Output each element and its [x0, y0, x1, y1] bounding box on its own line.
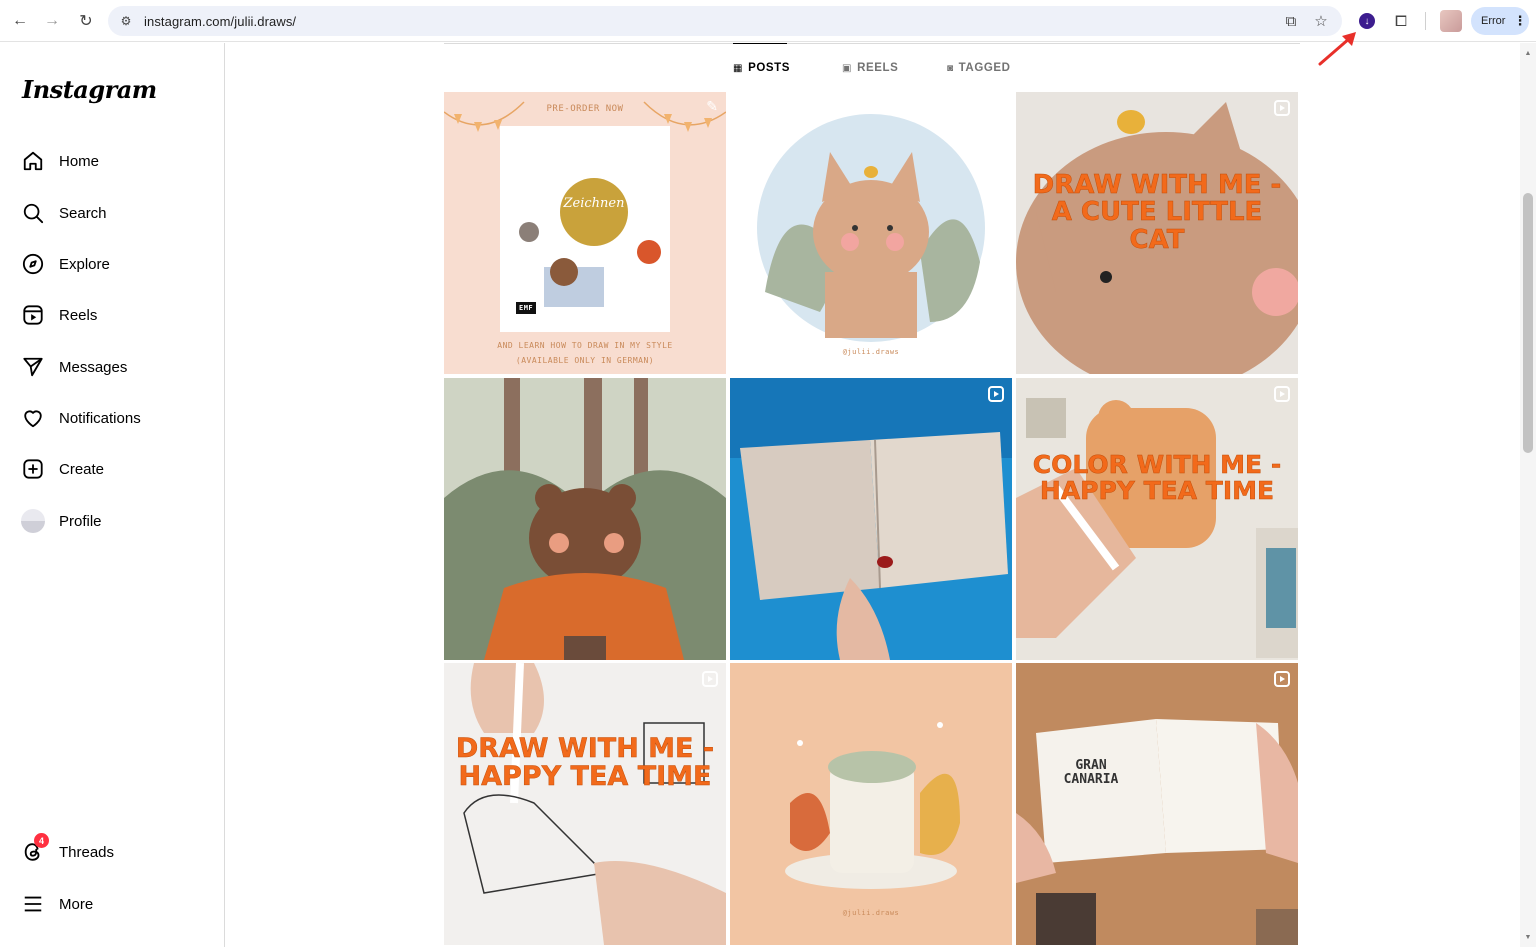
scroll-thumb[interactable] — [1523, 193, 1533, 453]
sidebar: Instagram Home Search Explore Reels Mess… — [0, 43, 225, 947]
scroll-up-icon[interactable]: ▲ — [1524, 49, 1532, 57]
tagged-icon: ◙ — [947, 62, 954, 74]
plus-square-icon — [20, 456, 46, 482]
sidebar-item-label: Notifications — [59, 409, 141, 427]
sidebar-item-notifications[interactable]: Notifications — [20, 404, 141, 432]
bookmark-star-icon[interactable]: ☆ — [1312, 12, 1330, 30]
browser-toolbar: ← → ↻ ⚙ instagram.com/julii.draws/ ⧉ ☆ ↓… — [0, 0, 1536, 42]
back-icon[interactable]: ← — [8, 9, 32, 33]
tab-reels[interactable]: ▣ REELS — [842, 61, 898, 75]
reel-icon — [1274, 386, 1290, 402]
sidebar-item-label: Home — [59, 152, 100, 170]
instagram-logo[interactable]: Instagram — [22, 75, 157, 104]
sidebar-item-label: Create — [59, 460, 105, 478]
post-tile[interactable] — [444, 378, 726, 660]
heart-icon — [20, 405, 46, 431]
sidebar-item-reels[interactable]: Reels — [20, 301, 97, 329]
extensions-puzzle-icon[interactable]: ⧠ — [1390, 10, 1412, 32]
reels-icon — [20, 302, 46, 328]
sidebar-item-messages[interactable]: Messages — [20, 353, 127, 381]
error-chip[interactable]: Error ⋮ — [1471, 7, 1529, 35]
post-caption-sub: (AVAILABLE ONLY IN GERMAN) — [515, 356, 655, 365]
sidebar-item-search[interactable]: Search — [20, 199, 107, 227]
post-tile[interactable] — [730, 378, 1012, 660]
reel-icon — [1274, 671, 1290, 687]
hamburger-menu-icon — [20, 891, 46, 917]
sidebar-item-label: Explore — [59, 255, 110, 273]
forward-icon[interactable]: → — [40, 9, 64, 33]
book-title: Zeichnen — [563, 196, 625, 211]
url-text[interactable]: instagram.com/julii.draws/ — [144, 14, 296, 29]
home-icon — [20, 148, 46, 174]
sidebar-item-label: Profile — [59, 512, 102, 530]
search-icon — [20, 200, 46, 226]
post-signature: @julii.draws — [842, 348, 900, 356]
post-tile[interactable]: @julii.draws — [730, 663, 1012, 945]
install-app-icon[interactable]: ⧉ — [1282, 12, 1300, 30]
tab-label: TAGGED — [958, 62, 1011, 74]
active-tab-indicator — [733, 43, 787, 44]
post-signature: @julii.draws — [842, 909, 900, 917]
reels-icon: ▣ — [842, 62, 853, 74]
post-caption: COLOR WITH ME - HAPPY TEA TIME — [1032, 450, 1282, 506]
reload-icon[interactable]: ↻ — [74, 9, 98, 33]
sidebar-item-label: More — [59, 895, 94, 913]
pin-icon: ✎ — [706, 98, 718, 114]
sidebar-item-label: Search — [59, 204, 107, 222]
post-tile[interactable]: @julii.draws — [730, 92, 1012, 374]
sidebar-item-label: Reels — [59, 306, 98, 324]
reel-icon — [1274, 100, 1290, 116]
book-publisher: EMF — [519, 304, 534, 312]
reel-icon — [988, 386, 1004, 402]
sidebar-item-home[interactable]: Home — [20, 147, 99, 175]
reel-icon — [702, 671, 718, 687]
profile-avatar-icon — [20, 508, 46, 534]
site-settings-icon[interactable]: ⚙ — [118, 13, 134, 29]
sidebar-item-explore[interactable]: Explore — [20, 250, 110, 278]
send-icon — [20, 354, 46, 380]
sidebar-item-label: Threads — [59, 843, 115, 861]
kebab-menu-icon: ⋮ — [1513, 13, 1527, 28]
toolbar-divider — [1425, 12, 1426, 30]
sidebar-item-profile[interactable]: Profile — [20, 507, 102, 535]
tab-label: REELS — [857, 62, 899, 74]
post-tile[interactable]: DRAW WITH ME - HAPPY TEA TIME — [444, 663, 726, 945]
sidebar-item-threads[interactable]: 4 Threads — [20, 833, 115, 866]
sidebar-item-create[interactable]: Create — [20, 455, 104, 483]
error-label: Error — [1481, 15, 1506, 27]
post-caption: DRAW WITH ME - HAPPY TEA TIME — [455, 733, 715, 793]
tab-posts[interactable]: ▦ POSTS — [733, 61, 790, 75]
grid-icon: ▦ — [733, 62, 744, 74]
address-bar[interactable]: ⚙ instagram.com/julii.draws/ ⧉ ☆ — [108, 6, 1342, 36]
page-scrollbar[interactable]: ▲ ▼ — [1520, 43, 1536, 947]
post-caption-bottom: AND LEARN HOW TO DRAW IN MY STYLE — [497, 341, 673, 350]
threads-badge: 4 — [34, 833, 49, 848]
compass-icon — [20, 251, 46, 277]
threads-icon: 4 — [20, 833, 49, 865]
sidebar-item-more[interactable]: More — [20, 890, 93, 918]
tab-label: POSTS — [748, 62, 791, 74]
post-tile[interactable]: COLOR WITH ME - HAPPY TEA TIME — [1016, 378, 1298, 660]
scroll-down-icon[interactable]: ▼ — [1524, 933, 1532, 941]
post-caption-top: PRE-ORDER NOW — [546, 104, 624, 114]
extension-download-icon[interactable]: ↓ — [1356, 10, 1378, 32]
tabs-divider — [444, 43, 1300, 44]
profile-main: ▦ POSTS ▣ REELS ◙ TAGGED PRE-ORDER NOW Ze — [226, 43, 1520, 947]
post-caption: GRAN CANARIA — [1063, 758, 1119, 787]
post-tile[interactable]: DRAW WITH ME - A CUTE LITTLE CAT — [1016, 92, 1298, 374]
post-caption: DRAW WITH ME - A CUTE LITTLE CAT — [1032, 170, 1282, 255]
post-tile[interactable]: GRAN CANARIA — [1016, 663, 1298, 945]
post-tile[interactable]: PRE-ORDER NOW Zeichnen EMF AND LEARN HOW… — [444, 92, 726, 374]
tab-tagged[interactable]: ◙ TAGGED — [947, 61, 1011, 75]
sidebar-item-label: Messages — [59, 358, 128, 376]
browser-profile-avatar[interactable] — [1440, 10, 1462, 32]
